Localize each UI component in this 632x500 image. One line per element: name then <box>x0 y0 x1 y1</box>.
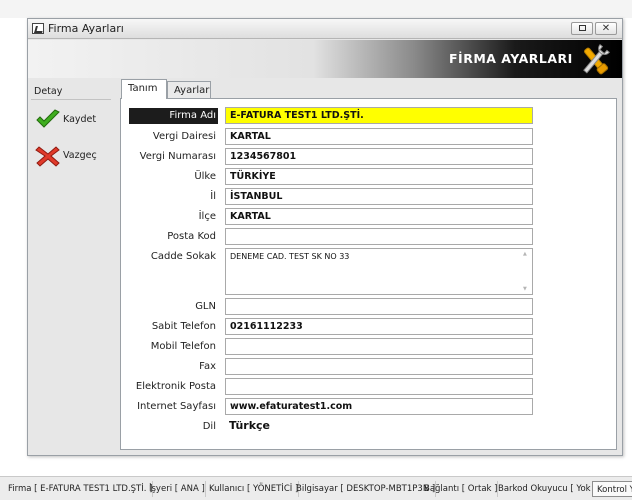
row-ulke: Ülke TÜRKİYE <box>121 168 618 186</box>
row-cadde-sokak: Cadde Sokak DENEME CAD. TEST SK NO 33 <box>121 248 618 296</box>
banner-title: FİRMA AYARLARI <box>449 51 573 66</box>
status-barkod: Barkod Okuyucu [ Yok ] <box>494 481 598 497</box>
sabit-telefon-field[interactable]: 02161112233 <box>225 318 533 335</box>
row-ilce: İlçe KARTAL <box>121 208 618 226</box>
row-mobil-telefon: Mobil Telefon <box>121 338 618 356</box>
firma-ayarlari-window: Firma Ayarları ✕ FİRMA AYARLARI Detay Ka… <box>27 18 623 456</box>
il-label: İl <box>210 191 216 202</box>
ulke-field[interactable]: TÜRKİYE <box>225 168 533 185</box>
cadde-sokak-value: DENEME CAD. TEST SK NO 33 <box>230 252 350 261</box>
ulke-label: Ülke <box>194 171 216 182</box>
checkmark-icon <box>36 109 60 128</box>
status-bar: Firma [ E-FATURA TEST1 LTD.ŞTİ. ] İşyeri… <box>0 476 632 500</box>
tab-tanim[interactable]: Tanım <box>121 79 167 99</box>
firma-adi-field[interactable]: E-FATURA TEST1 LTD.ŞTİ. <box>225 107 533 124</box>
row-vergi-numarasi: Vergi Numarası 1234567801 <box>121 148 618 166</box>
row-vergi-dairesi: Vergi Dairesi KARTAL <box>121 128 618 146</box>
row-il: İl İSTANBUL <box>121 188 618 206</box>
detay-label: Detay <box>34 86 63 97</box>
close-button[interactable]: ✕ <box>595 22 617 35</box>
save-label: Kaydet <box>63 114 97 125</box>
posta-kod-label: Posta Kod <box>167 231 216 242</box>
textarea-scrollbar[interactable] <box>522 251 530 292</box>
posta-kod-field[interactable] <box>225 228 533 245</box>
vergi-numarasi-field[interactable]: 1234567801 <box>225 148 533 165</box>
status-isyeri: İşyeri [ ANA ] <box>145 481 206 497</box>
elektronik-posta-label: Elektronik Posta <box>135 381 216 392</box>
cadde-sokak-label: Cadde Sokak <box>150 251 216 262</box>
row-dil: Dil Türkçe <box>121 418 618 436</box>
dil-value[interactable]: Türkçe <box>229 419 270 432</box>
firma-adi-label: Firma Adı <box>129 108 218 124</box>
ilce-field[interactable]: KARTAL <box>225 208 533 225</box>
internet-sayfasi-label: Internet Sayfası <box>137 401 216 412</box>
left-panel: Detay Kaydet Vazgeç <box>28 80 116 455</box>
cross-icon <box>35 146 60 167</box>
tools-icon <box>583 43 610 75</box>
cancel-button[interactable]: Vazgeç <box>33 145 111 167</box>
desktop-top-strip <box>0 0 632 18</box>
fax-field[interactable] <box>225 358 533 375</box>
restore-icon <box>578 25 586 31</box>
divider <box>31 99 111 100</box>
status-firma: Firma [ E-FATURA TEST1 LTD.ŞTİ. ] <box>4 481 154 497</box>
row-fax: Fax <box>121 358 618 376</box>
row-gln: GLN <box>121 298 618 316</box>
status-baglanti: Bağlantı [ Ortak ] <box>420 481 499 497</box>
row-sabit-telefon: Sabit Telefon 02161112233 <box>121 318 618 336</box>
row-firma-adi: Firma Adı E-FATURA TEST1 LTD.ŞTİ. <box>121 107 618 125</box>
row-elektronik-posta: Elektronik Posta <box>121 378 618 396</box>
mobil-telefon-label: Mobil Telefon <box>150 341 216 352</box>
internet-sayfasi-field[interactable]: www.efaturatest1.com <box>225 398 533 415</box>
sabit-telefon-label: Sabit Telefon <box>151 321 216 332</box>
save-button[interactable]: Kaydet <box>33 109 111 131</box>
row-posta-kod: Posta Kod <box>121 228 618 246</box>
ilce-label: İlçe <box>198 211 216 222</box>
header-banner: FİRMA AYARLARI <box>28 40 622 78</box>
vergi-numarasi-label: Vergi Numarası <box>139 151 216 162</box>
status-kullanici: Kullanıcı [ YÖNETİCİ ] <box>205 481 300 497</box>
status-bilgisayar: Bilgisayar [ DESKTOP-MBT1P3N ] <box>292 481 437 497</box>
gln-field[interactable] <box>225 298 533 315</box>
restore-button[interactable] <box>571 22 593 35</box>
tab-ayarlar[interactable]: Ayarlar <box>167 81 211 99</box>
vergi-dairesi-field[interactable]: KARTAL <box>225 128 533 145</box>
vergi-dairesi-label: Vergi Dairesi <box>152 131 216 142</box>
dil-label: Dil <box>202 421 216 432</box>
cadde-sokak-field[interactable]: DENEME CAD. TEST SK NO 33 <box>225 248 533 295</box>
gln-label: GLN <box>195 301 216 312</box>
cancel-label: Vazgeç <box>63 150 97 161</box>
title-bar[interactable]: Firma Ayarları ✕ <box>28 19 622 39</box>
mobil-telefon-field[interactable] <box>225 338 533 355</box>
fax-label: Fax <box>199 361 216 372</box>
window-title: Firma Ayarları <box>48 22 124 35</box>
row-internet-sayfasi: Internet Sayfası www.efaturatest1.com <box>121 398 618 416</box>
app-icon <box>32 23 44 34</box>
close-icon: ✕ <box>601 23 611 34</box>
il-field[interactable]: İSTANBUL <box>225 188 533 205</box>
elektronik-posta-field[interactable] <box>225 378 533 395</box>
tab-content-tanim: Firma Adı E-FATURA TEST1 LTD.ŞTİ. Vergi … <box>120 98 617 450</box>
status-kontrol[interactable]: Kontrol Ya <box>592 481 632 497</box>
